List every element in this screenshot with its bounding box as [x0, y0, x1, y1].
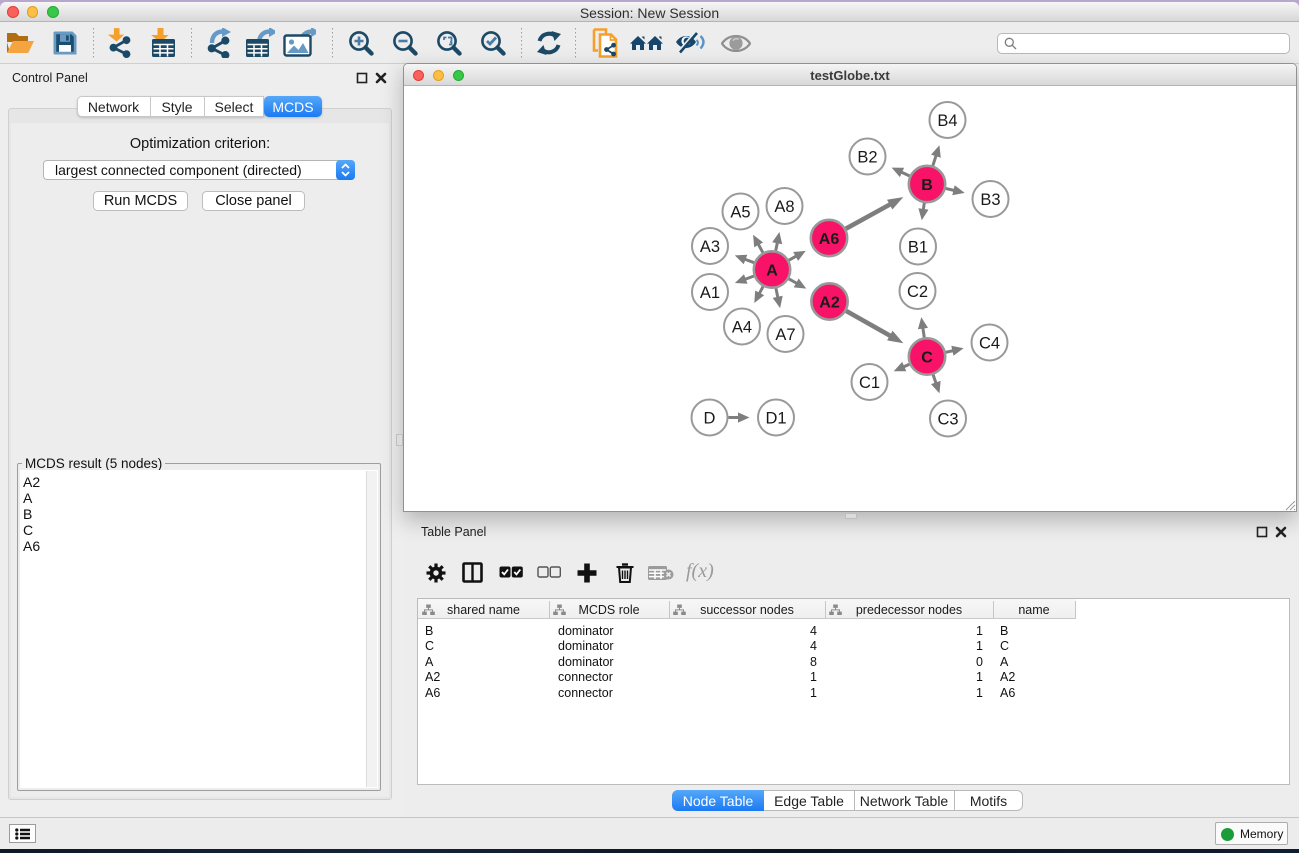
svg-text:B2: B2 [857, 149, 877, 167]
svg-text:D: D [704, 410, 716, 428]
svg-text:A1: A1 [700, 284, 720, 302]
svg-text:A5: A5 [730, 204, 750, 222]
svg-text:A4: A4 [732, 319, 752, 337]
svg-text:A6: A6 [819, 231, 840, 248]
svg-text:C1: C1 [859, 374, 880, 392]
svg-text:A2: A2 [819, 294, 840, 311]
svg-text:B: B [921, 177, 933, 194]
svg-text:C2: C2 [907, 283, 928, 301]
svg-text:A3: A3 [700, 238, 720, 256]
svg-text:B3: B3 [980, 191, 1000, 209]
svg-text:C: C [921, 349, 933, 366]
svg-text:B1: B1 [908, 239, 928, 257]
svg-text:B4: B4 [937, 112, 957, 130]
svg-text:A8: A8 [774, 198, 794, 216]
svg-text:D1: D1 [765, 410, 786, 428]
svg-text:C3: C3 [937, 411, 958, 429]
svg-text:A: A [766, 262, 778, 279]
svg-text:A7: A7 [775, 326, 795, 344]
svg-text:C4: C4 [979, 335, 1000, 353]
